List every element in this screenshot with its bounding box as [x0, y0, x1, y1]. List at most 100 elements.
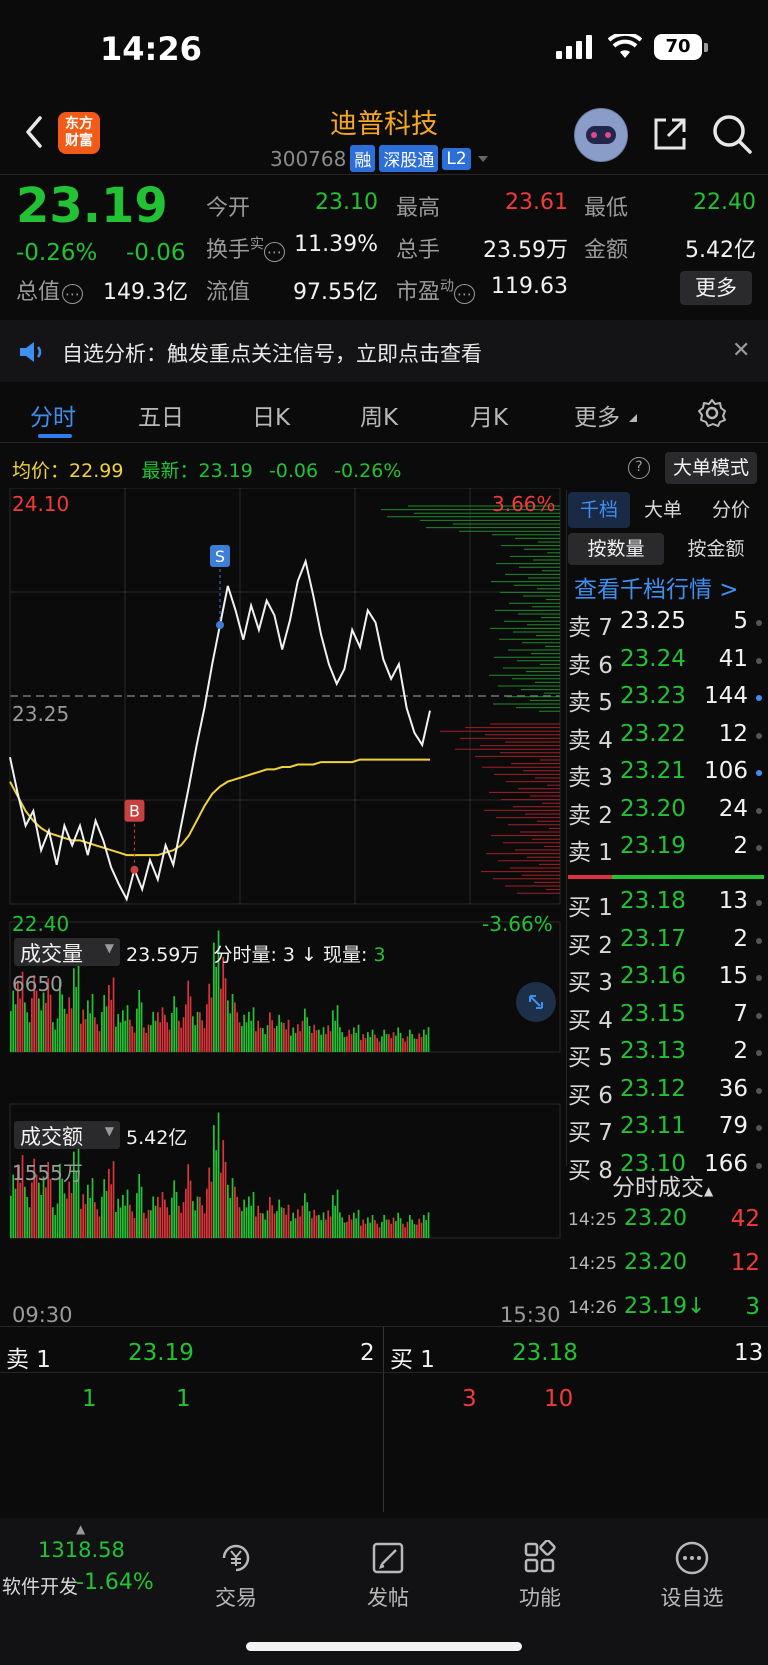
volume-bar — [168, 1029, 171, 1052]
assistant-robot-icon[interactable] — [574, 108, 628, 162]
segment-by-amount[interactable]: 按金额 — [668, 533, 764, 565]
volume-bar — [332, 1010, 334, 1052]
bid-row[interactable]: 买 2 23.17 2 — [568, 926, 764, 962]
y-axis-top-label: 24.10 — [12, 492, 70, 516]
segment-by-quantity[interactable]: 按数量 — [568, 533, 664, 565]
tab-intraday[interactable]: 分时 — [30, 398, 76, 432]
volume-bar — [234, 1002, 236, 1052]
marker-label: S — [215, 547, 225, 566]
bid-row[interactable]: 买 1 23.18 13 — [568, 888, 764, 924]
tab-weekly-k[interactable]: 周K — [360, 398, 398, 432]
volume-bar — [206, 1004, 208, 1052]
tab-monthly-k[interactable]: 月K — [470, 398, 508, 432]
volume-bar — [257, 1020, 260, 1052]
bid-row[interactable]: 买 5 23.13 2 — [568, 1038, 764, 1074]
tab-daily-k[interactable]: 日K — [252, 398, 290, 432]
bid-row[interactable]: 买 7 23.11 79 — [568, 1113, 764, 1149]
amount-bar — [115, 1211, 117, 1238]
close-icon[interactable]: ✕ — [732, 338, 750, 363]
amount-bar — [283, 1208, 285, 1238]
amount-bar — [287, 1204, 290, 1238]
volume-bar — [84, 1019, 87, 1052]
amount-bar — [206, 1188, 208, 1238]
share-icon[interactable] — [650, 114, 690, 154]
tab-more[interactable]: 更多 — [574, 398, 620, 432]
volume-bar — [278, 1014, 281, 1052]
index-value[interactable]: 1318.58 — [38, 1538, 125, 1562]
settings-gear-icon[interactable] — [697, 398, 727, 428]
bid-row[interactable]: 买 3 23.16 15 — [568, 963, 764, 999]
amount-bar — [367, 1217, 369, 1238]
more-dots-icon — [675, 1541, 709, 1575]
nav-add-watchlist[interactable]: 设自选 — [642, 1540, 742, 1612]
amount-bar — [52, 1207, 54, 1238]
notice-text[interactable]: 自选分析：触发重点关注信号，立即点击查看 — [62, 338, 482, 368]
info-icon[interactable]: ⋯ — [264, 242, 286, 262]
expand-chart-button[interactable] — [516, 982, 556, 1022]
search-icon[interactable] — [710, 112, 754, 156]
more-button[interactable]: 更多 — [680, 271, 752, 305]
ask-row[interactable]: 卖 1 23.19 2 — [568, 833, 764, 869]
amount-bar — [388, 1219, 390, 1238]
bid-level-label: 买 3 — [568, 970, 613, 996]
volume-bar — [117, 1014, 120, 1052]
tab-five-day[interactable]: 五日 — [138, 398, 184, 432]
stock-code-row[interactable]: 300768 融 深股通 L2 — [270, 145, 491, 172]
amount-bar — [201, 1205, 204, 1238]
amount-bar — [187, 1164, 190, 1238]
bid-row[interactable]: 买 4 23.15 7 — [568, 1001, 764, 1037]
nav-functions[interactable]: 功能 — [490, 1540, 590, 1612]
tab-order-depth[interactable]: 千档 — [568, 492, 630, 528]
ask-price: 23.25 — [620, 608, 686, 634]
volume-bar — [26, 1012, 29, 1052]
nav-post[interactable]: 发帖 — [338, 1540, 438, 1612]
volume-bar — [325, 1034, 327, 1052]
volume-bar — [133, 1032, 136, 1052]
volume-bar — [241, 1025, 243, 1052]
amount-bar — [203, 1213, 206, 1238]
volume-bar — [283, 1022, 285, 1052]
amount-selector[interactable]: 成交额 ▼ — [14, 1121, 120, 1149]
tab-price-dist[interactable]: 分价 — [712, 492, 750, 528]
info-icon[interactable]: ⋯ — [62, 284, 84, 304]
volume-selector[interactable]: 成交量 ▼ — [14, 938, 120, 966]
tab-big-orders[interactable]: 大单 — [644, 492, 682, 528]
ask-row[interactable]: 卖 3 23.21 106 — [568, 758, 764, 794]
intraday-chart[interactable]: SB — [0, 488, 566, 1304]
y-axis-mid-label: 23.25 — [12, 702, 70, 726]
ask-row[interactable]: 卖 2 23.20 24 — [568, 796, 764, 832]
volume-bar — [416, 1038, 418, 1052]
bid-volume: 15 — [718, 963, 748, 989]
info-icon[interactable]: ⋯ — [454, 284, 476, 304]
volume-bar — [40, 1010, 43, 1052]
bid-price: 23.18 — [620, 888, 686, 914]
ask-marker-dot — [756, 657, 762, 664]
nav-trade[interactable]: 交易 — [186, 1540, 286, 1612]
big-order-mode-button[interactable]: 大单模式 — [665, 452, 757, 484]
amount-bar — [199, 1197, 201, 1238]
ask-row[interactable]: 卖 6 23.24 41 — [568, 646, 764, 682]
amount-bar — [173, 1180, 176, 1238]
volume-bar — [245, 1022, 248, 1052]
bid-row[interactable]: 买 8 23.10 166 — [568, 1151, 764, 1187]
volume-bar — [126, 1005, 129, 1052]
index-name[interactable]: 软件开发 — [2, 1572, 78, 1599]
ask-volume: 106 — [704, 758, 748, 784]
amount-bar — [215, 1150, 218, 1238]
ask-row[interactable]: 卖 7 23.25 5 — [568, 608, 764, 644]
amount-bar — [329, 1216, 332, 1238]
ask-row[interactable]: 卖 4 23.22 12 — [568, 721, 764, 757]
view-depth-link[interactable]: 查看千档行情 > — [574, 570, 739, 604]
volume-bar — [208, 983, 211, 1052]
help-icon[interactable]: ? — [628, 457, 650, 479]
volume-bar — [98, 1031, 101, 1052]
amount-bar — [395, 1221, 397, 1238]
bid-marker-dot — [756, 1162, 762, 1169]
ask-volume: 5 — [733, 608, 748, 634]
index-percent[interactable]: -1.64% — [76, 1570, 154, 1595]
amount-bar — [194, 1210, 197, 1238]
bid-row[interactable]: 买 6 23.12 36 — [568, 1076, 764, 1112]
ask-row[interactable]: 卖 5 23.23 144 — [568, 683, 764, 719]
amount-bar — [299, 1216, 302, 1238]
amount-bar — [353, 1212, 355, 1238]
